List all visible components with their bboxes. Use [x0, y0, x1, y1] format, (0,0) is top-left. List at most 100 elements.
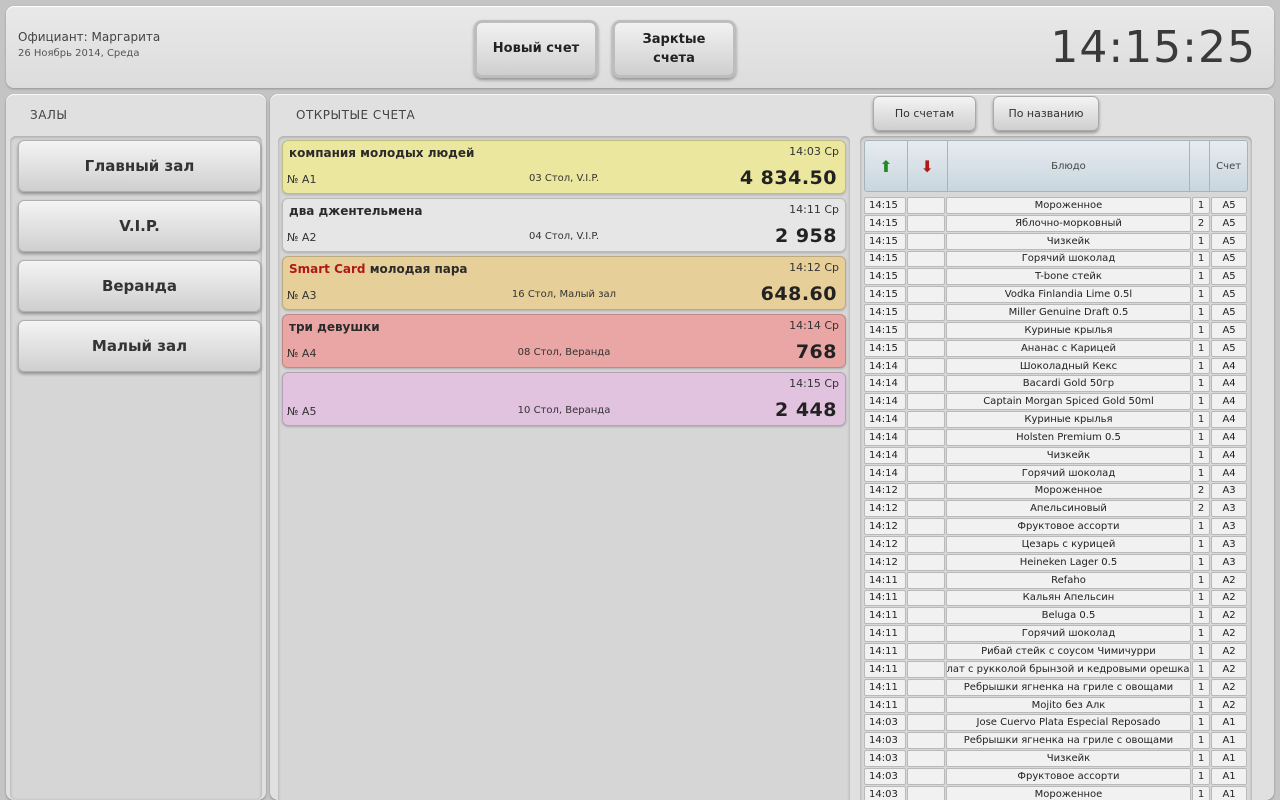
table-row[interactable]: 14:14 Горячий шоколад 1 А4	[864, 464, 1248, 482]
waiter-name: Официант: Маргарита	[18, 30, 161, 44]
arrow-down-icon: ⬇	[920, 156, 934, 176]
row-dish: Ребрышки ягненка на гриле с овощами	[945, 678, 1192, 696]
table-row[interactable]: 14:12 Heineken Lager 0.5 1 А3	[864, 553, 1248, 571]
row-dish: Heineken Lager 0.5	[945, 553, 1192, 571]
row-bill: А4	[1211, 393, 1247, 411]
table-row[interactable]: 14:15 Яблочно-морковный 2 А5	[864, 214, 1248, 232]
table-row[interactable]: 14:11 Beluga 0.5 1 А2	[864, 606, 1248, 625]
table-row[interactable]: 14:12 Апельсиновый 2 А3	[864, 499, 1248, 518]
table-row[interactable]: 14:11 Горячий шоколад 1 А2	[864, 624, 1248, 643]
table-row[interactable]: 14:11 Refaho 1 А2	[864, 571, 1248, 589]
table-row[interactable]: 14:03 Мороженное 1 А1	[864, 785, 1248, 800]
table-row[interactable]: 14:12 Мороженное 2 А3	[864, 482, 1248, 500]
open-bills-title: ОТКРЫТЫЕ СЧЕТА	[296, 108, 416, 122]
row-dish: Ребрышки ягненка на гриле с овощами	[945, 732, 1192, 750]
row-bill: А4	[1211, 428, 1247, 446]
new-bill-button[interactable]: Новый счет	[474, 20, 598, 78]
row-qty: 1	[1192, 643, 1211, 660]
row-bill: А2	[1211, 589, 1247, 607]
row-qty: 1	[1192, 321, 1211, 339]
row-bill: А1	[1211, 768, 1247, 785]
row-dish: Мороженное	[945, 785, 1192, 800]
row-qty: 1	[1192, 375, 1211, 393]
row-time: 14:14	[864, 428, 906, 446]
table-row[interactable]: 14:14 Куриные крылья 1 А4	[864, 410, 1248, 428]
row-empty	[906, 625, 945, 643]
bill-card[interactable]: компания молодых людей 14:03 Ср 03 Стол, V…	[282, 140, 846, 194]
bill-title: компания молодых людей	[289, 146, 475, 160]
row-time: 14:15	[864, 197, 906, 214]
row-qty: 1	[1192, 553, 1211, 571]
table-row[interactable]: 14:15 T-bone стейк 1 А5	[864, 267, 1248, 286]
hall-veranda-button[interactable]: Веранда	[18, 260, 261, 312]
table-row[interactable]: 14:15 Ананас с Карицей 1 А5	[864, 339, 1248, 357]
row-dish: Mojito без Алк	[945, 696, 1192, 714]
row-empty	[906, 375, 945, 393]
row-empty	[906, 286, 945, 304]
table-row[interactable]: 14:03 Чизкейк 1 А1	[864, 749, 1248, 767]
hall-small-button[interactable]: Малый зал	[18, 320, 261, 372]
table-row[interactable]: 14:15 Горячий шоколад 1 А5	[864, 250, 1248, 268]
table-row[interactable]: 14:12 Цезарь с курицей 1 А3	[864, 535, 1248, 553]
row-bill: А4	[1211, 357, 1247, 375]
row-empty	[906, 482, 945, 500]
closed-bills-button[interactable]: Заркtые счета	[612, 20, 736, 78]
sort-up-button[interactable]: ⬆	[865, 141, 908, 191]
row-bill: А2	[1211, 696, 1247, 714]
table-row[interactable]: 14:15 Чизкейк 1 А5	[864, 232, 1248, 250]
table-row[interactable]: 14:14 Holsten Premium 0.5 1 А4	[864, 428, 1248, 446]
table-row[interactable]: 14:14 Чизкейк 1 А4	[864, 446, 1248, 464]
table-row[interactable]: 14:12 Фруктовое ассорти 1 А3	[864, 517, 1248, 536]
row-qty: 2	[1192, 214, 1211, 232]
row-qty: 1	[1192, 428, 1211, 446]
row-bill: А1	[1211, 714, 1247, 732]
table-row[interactable]: 14:15 Miller Genuine Draft 0.5 1 А5	[864, 303, 1248, 321]
row-empty	[906, 660, 945, 678]
sort-down-button[interactable]: ⬇	[908, 141, 948, 191]
bill-sum: 2 448	[775, 399, 837, 421]
row-qty: 1	[1192, 339, 1211, 357]
dishes-table-header: ⬆ ⬇ Блюдо Счет	[864, 140, 1248, 192]
row-dish: Holsten Premium 0.5	[945, 428, 1192, 446]
row-qty: 1	[1192, 357, 1211, 375]
table-row[interactable]: 14:11 Ребрышки ягненка на гриле с овощами…	[864, 678, 1248, 696]
row-qty: 1	[1192, 714, 1211, 732]
row-dish: Кальян Апельсин	[945, 589, 1192, 607]
row-time: 14:15	[864, 304, 906, 321]
hall-main-button[interactable]: Главный зал	[18, 140, 261, 192]
table-row[interactable]: 14:14 Шоколадный Кекс 1 А4	[864, 357, 1248, 375]
table-row[interactable]: 14:11 Рибай стейк с соусом Чимичурри 1 А2	[864, 642, 1248, 660]
hall-vip-button[interactable]: V.I.P.	[18, 200, 261, 252]
row-time: 14:14	[864, 357, 906, 375]
bill-card[interactable]: два джентельмена 14:11 Ср 04 Стол, V.I.P. №…	[282, 198, 846, 252]
table-row[interactable]: 14:15 Куриные крылья 1 А5	[864, 321, 1248, 339]
table-row[interactable]: 14:03 Jose Cuervo Plata Especial Reposado…	[864, 713, 1248, 732]
table-row[interactable]: 14:14 Bacardi Gold 50гр 1 А4	[864, 374, 1248, 393]
bill-card[interactable]: три девушки 14:14 Ср 08 Стол, Веранда № А4 7…	[282, 314, 846, 368]
row-bill: А2	[1211, 625, 1247, 643]
row-bill: А5	[1211, 268, 1247, 286]
row-empty	[906, 428, 945, 446]
table-row[interactable]: 14:11 Кальян Апельсин 1 А2	[864, 589, 1248, 607]
new-bill-label: Новый счет	[492, 41, 580, 57]
bill-sum: 648.60	[760, 283, 837, 305]
table-row[interactable]: 14:15 Vodka Finlandia Lime 0.5l 1 А5	[864, 285, 1248, 304]
row-time: 14:12	[864, 518, 906, 536]
row-empty	[906, 643, 945, 660]
row-empty	[906, 268, 945, 286]
row-qty: 1	[1192, 268, 1211, 286]
bill-card[interactable]: 14:15 Ср 10 Стол, Веранда № А5 2 448	[282, 372, 846, 426]
table-row[interactable]: 14:03 Ребрышки ягненка на гриле с овощами…	[864, 731, 1248, 750]
bill-card[interactable]: Smart Card молодая пара 14:12 Ср 16 Стол, …	[282, 256, 846, 310]
table-row[interactable]: 14:11 Mojito без Алк 1 А2	[864, 696, 1248, 714]
row-qty: 1	[1192, 304, 1211, 321]
row-dish: Шоколадный Кекс	[945, 357, 1192, 375]
table-row[interactable]: 14:03 Фруктовое ассорти 1 А1	[864, 767, 1248, 785]
row-bill: А3	[1211, 500, 1247, 518]
table-row[interactable]: 14:14 Captain Morgan Spiced Gold 50ml 1 А4	[864, 392, 1248, 411]
row-bill: А1	[1211, 732, 1247, 750]
table-row[interactable]: 14:11 Салат с рукколой брынзой и кедровым…	[864, 660, 1248, 678]
table-row[interactable]: 14:15 Мороженное 1 А5	[864, 196, 1248, 214]
row-qty: 2	[1192, 482, 1211, 500]
row-bill: А4	[1211, 411, 1247, 428]
